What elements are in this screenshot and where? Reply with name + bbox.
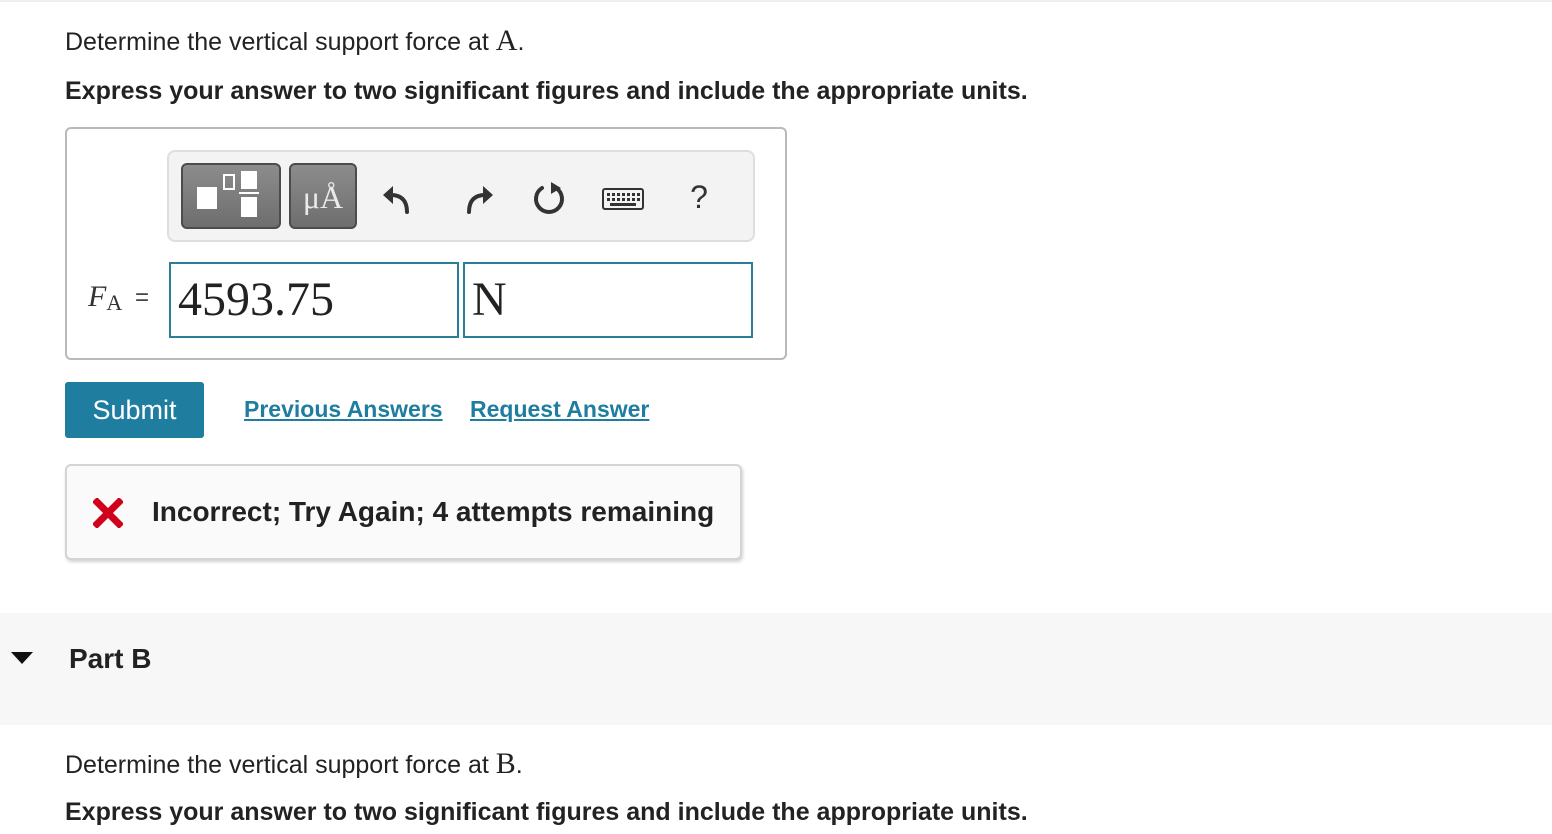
answer-value-input[interactable]: 4593.75 <box>169 262 459 338</box>
feedback-box: Incorrect; Try Again; 4 attempts remaini… <box>65 464 742 560</box>
undo-icon[interactable] <box>377 176 421 220</box>
answer-variable-label: FA <box>88 280 122 316</box>
point-label: B <box>495 747 516 780</box>
question-text: Determine the vertical support force at <box>65 28 489 56</box>
collapse-triangle-icon[interactable] <box>11 652 33 664</box>
top-divider <box>0 0 1552 2</box>
question-text: Determine the vertical support force at <box>65 751 489 779</box>
answer-unit-input[interactable]: N <box>463 262 753 338</box>
part-a-instruction: Express your answer to two significant f… <box>65 77 1028 105</box>
question-period: . <box>517 28 525 56</box>
variable-subscript: A <box>106 290 123 315</box>
part-b-title: Part B <box>69 643 152 674</box>
request-answer-link[interactable]: Request Answer <box>470 396 649 423</box>
question-period: . <box>515 751 523 779</box>
units-button[interactable]: μÅ <box>289 163 357 229</box>
submit-button[interactable]: Submit <box>65 382 204 438</box>
x-mark-icon <box>93 498 123 528</box>
part-a-question: Determine the vertical support force at … <box>65 24 524 58</box>
point-label: A <box>495 24 518 57</box>
fraction-templates-icon <box>197 171 259 217</box>
previous-answers-link[interactable]: Previous Answers <box>244 396 443 423</box>
reset-icon[interactable] <box>527 176 571 220</box>
variable-symbol: F <box>88 280 107 313</box>
feedback-text: Incorrect; Try Again; 4 attempts remaini… <box>152 496 715 527</box>
templates-button[interactable] <box>181 163 281 229</box>
part-b-question: Determine the vertical support force at … <box>65 747 523 781</box>
help-button[interactable]: ? <box>681 172 717 222</box>
part-b-instruction: Express your answer to two significant f… <box>65 798 1028 826</box>
keyboard-icon[interactable] <box>601 176 645 220</box>
part-b-header[interactable] <box>0 613 1552 725</box>
redo-icon[interactable] <box>455 176 499 220</box>
math-toolbar: μÅ ? <box>167 150 755 242</box>
equals-sign: = <box>135 284 150 311</box>
